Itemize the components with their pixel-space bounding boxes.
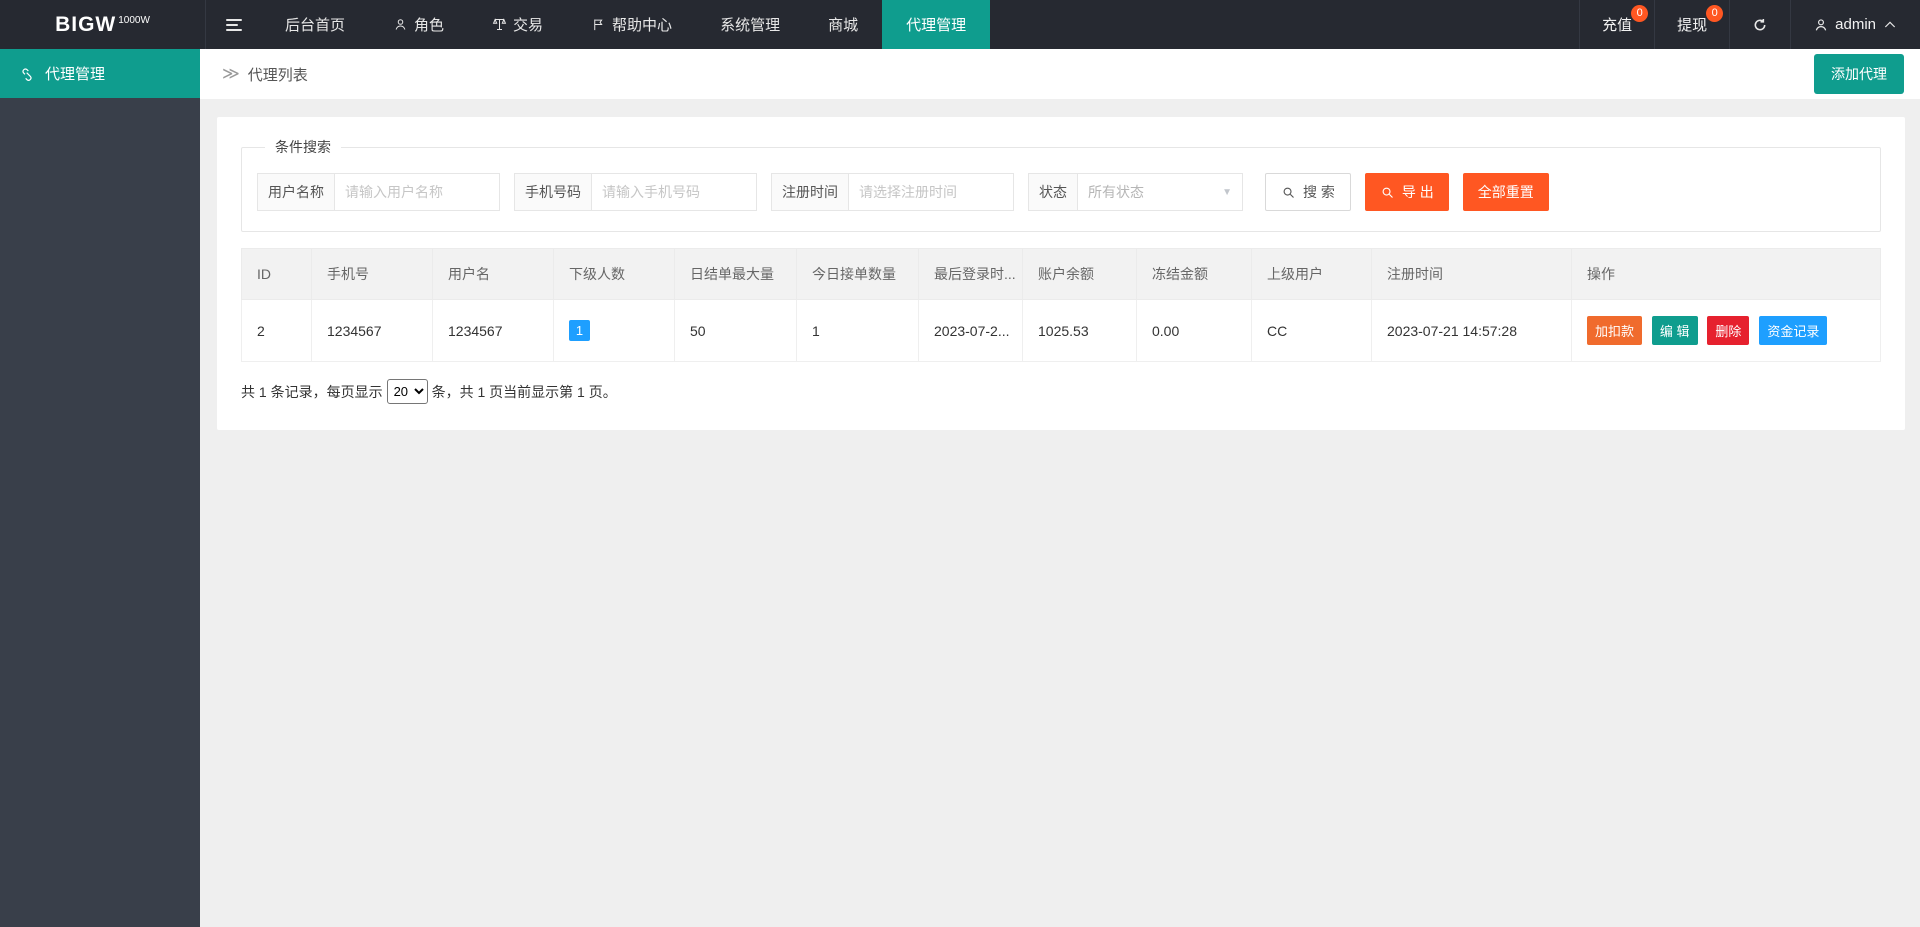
register-time-field-label: 注册时间: [771, 173, 849, 211]
body-shell: 代理管理 ≫ 代理列表 添加代理 条件搜索: [0, 49, 1920, 927]
breadcrumb-bar: ≫ 代理列表 添加代理: [200, 49, 1920, 99]
cell-phone: 1234567: [312, 300, 433, 362]
cell-username: 1234567: [433, 300, 554, 362]
search-icon: [1380, 185, 1395, 200]
content-area: 条件搜索 用户名称 手机号码 注册时间: [200, 99, 1920, 927]
main-menu: 后台首页 角色 交易 帮助中心 系统管理 商城 代理管理: [261, 0, 990, 49]
panel: 条件搜索 用户名称 手机号码 注册时间: [217, 117, 1905, 430]
recharge-badge: 0: [1631, 5, 1648, 22]
fund-records-button[interactable]: 资金记录: [1759, 316, 1827, 345]
chevron-down-icon: ▼: [1222, 187, 1232, 198]
nav-item-roles[interactable]: 角色: [369, 0, 468, 49]
sidebar: 代理管理: [0, 49, 200, 927]
cell-balance: 1025.53: [1023, 300, 1137, 362]
search-icon: [1281, 185, 1296, 200]
pagination-text-before: 共 1 条记录，每页显示: [241, 382, 383, 402]
nav-item-agent-management[interactable]: 代理管理: [882, 0, 990, 49]
nav-item-mall[interactable]: 商城: [804, 0, 882, 49]
status-select-value: 所有状态: [1088, 182, 1144, 202]
cell-last-login: 2023-07-2...: [919, 300, 1023, 362]
agents-table: ID 手机号 用户名 下级人数 日结单最大量 今日接单数量 最后登录时... 账…: [241, 248, 1881, 362]
recharge-button[interactable]: 充值 0: [1579, 0, 1654, 49]
col-parent-user: 上级用户: [1252, 249, 1372, 300]
col-subordinates: 下级人数: [554, 249, 675, 300]
search-button[interactable]: 搜 索: [1265, 173, 1351, 211]
add-deduct-button[interactable]: 加扣款: [1587, 316, 1642, 345]
nav-item-help-center[interactable]: 帮助中心: [567, 0, 696, 49]
phone-field-group: 手机号码: [514, 173, 757, 211]
username: admin: [1835, 16, 1876, 33]
refresh-icon: [1752, 17, 1768, 33]
edit-button[interactable]: 编 辑: [1652, 316, 1698, 345]
logo-text: BIGW: [55, 13, 116, 36]
hamburger-icon: [226, 16, 242, 34]
logo-superscript: 1000W: [118, 15, 150, 26]
nav-item-dashboard[interactable]: 后台首页: [261, 0, 369, 49]
table-row: 2 1234567 1234567 1 50 1 2023-07-2... 10…: [242, 300, 1881, 362]
register-time-input[interactable]: [849, 173, 1014, 211]
link-icon: [20, 66, 36, 82]
search-legend: 条件搜索: [265, 137, 341, 157]
sidebar-toggle-button[interactable]: [206, 0, 261, 49]
status-field-group: 状态 所有状态 ▼: [1028, 173, 1243, 211]
col-daily-max: 日结单最大量: [675, 249, 797, 300]
search-panel: 条件搜索 用户名称 手机号码 注册时间: [241, 137, 1881, 232]
pagination-text-after: 条，共 1 页当前显示第 1 页。: [432, 382, 617, 402]
table-header-row: ID 手机号 用户名 下级人数 日结单最大量 今日接单数量 最后登录时... 账…: [242, 249, 1881, 300]
withdraw-button[interactable]: 提现 0: [1654, 0, 1729, 49]
person-icon: [1813, 17, 1829, 33]
navbar-right: 充值 0 提现 0 admin: [1579, 0, 1920, 49]
col-username: 用户名: [433, 249, 554, 300]
nav-item-trade[interactable]: 交易: [468, 0, 567, 49]
col-id: ID: [242, 249, 312, 300]
cell-daily-max: 50: [675, 300, 797, 362]
cell-frozen: 0.00: [1137, 300, 1252, 362]
username-field-label: 用户名称: [257, 173, 335, 211]
app-window: BIGW1000W 后台首页 角色 交易 帮助中心 系统管理: [0, 0, 1920, 927]
register-time-field-group: 注册时间: [771, 173, 1014, 211]
nav-item-system[interactable]: 系统管理: [696, 0, 804, 49]
subordinates-count-badge[interactable]: 1: [569, 320, 590, 341]
status-select[interactable]: 所有状态 ▼: [1078, 173, 1243, 211]
delete-button[interactable]: 删除: [1707, 316, 1749, 345]
chevron-up-icon: [1882, 17, 1898, 33]
cell-parent-user: CC: [1252, 300, 1372, 362]
col-frozen: 冻结金额: [1137, 249, 1252, 300]
page-size-select[interactable]: 20: [387, 379, 428, 404]
person-icon: [393, 17, 408, 32]
col-actions: 操作: [1572, 249, 1881, 300]
double-chevron-right-icon: ≫: [222, 64, 240, 84]
username-input[interactable]: [335, 173, 500, 211]
status-field-label: 状态: [1028, 173, 1078, 211]
page-title: 代理列表: [248, 64, 308, 85]
col-balance: 账户余额: [1023, 249, 1137, 300]
withdraw-badge: 0: [1706, 5, 1723, 22]
scales-icon: [492, 17, 507, 32]
logo[interactable]: BIGW1000W: [0, 0, 206, 49]
add-agent-button[interactable]: 添加代理: [1814, 54, 1904, 94]
cell-today-orders: 1: [797, 300, 919, 362]
top-navbar: BIGW1000W 后台首页 角色 交易 帮助中心 系统管理: [0, 0, 1920, 49]
username-field-group: 用户名称: [257, 173, 500, 211]
breadcrumb: ≫ 代理列表: [222, 64, 308, 85]
flag-icon: [591, 17, 606, 32]
col-last-login: 最后登录时...: [919, 249, 1023, 300]
reset-all-button[interactable]: 全部重置: [1463, 173, 1549, 211]
cell-actions: 加扣款 编 辑 删除 资金记录: [1572, 300, 1881, 362]
col-phone: 手机号: [312, 249, 433, 300]
phone-input[interactable]: [592, 173, 757, 211]
phone-field-label: 手机号码: [514, 173, 592, 211]
cell-subordinates: 1: [554, 300, 675, 362]
cell-register-time: 2023-07-21 14:57:28: [1372, 300, 1572, 362]
pagination: 共 1 条记录，每页显示 20 条，共 1 页当前显示第 1 页。: [241, 379, 1881, 404]
user-menu[interactable]: admin: [1790, 0, 1920, 49]
refresh-button[interactable]: [1729, 0, 1790, 49]
col-today-orders: 今日接单数量: [797, 249, 919, 300]
col-register-time: 注册时间: [1372, 249, 1572, 300]
search-form: 用户名称 手机号码 注册时间: [257, 173, 1865, 211]
sidebar-item-agent-management[interactable]: 代理管理: [0, 49, 200, 98]
cell-id: 2: [242, 300, 312, 362]
export-button[interactable]: 导 出: [1365, 173, 1449, 211]
main-content: ≫ 代理列表 添加代理 条件搜索 用户名称: [200, 49, 1920, 927]
